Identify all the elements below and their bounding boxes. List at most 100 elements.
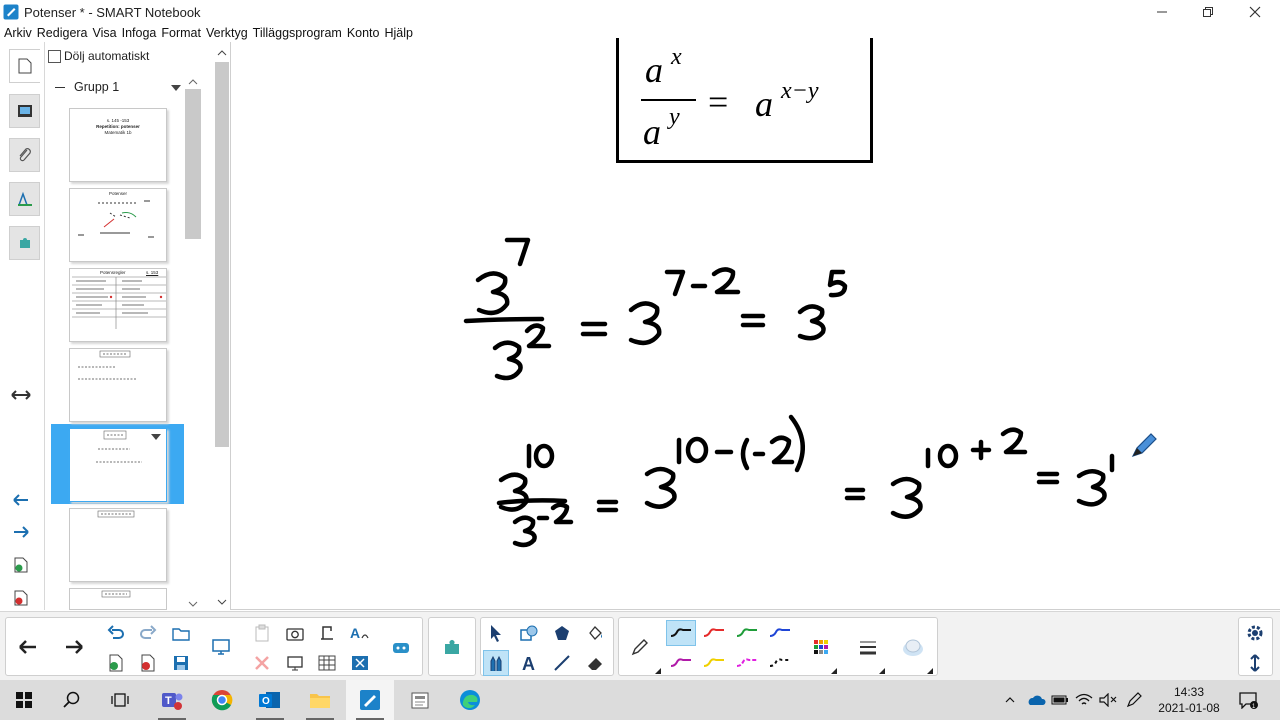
delete-page-button-toolbar[interactable] (135, 650, 161, 676)
save-button[interactable] (168, 650, 194, 676)
edge-taskbar-icon[interactable] (446, 680, 494, 720)
page-thumbnail-6[interactable] (69, 508, 167, 582)
onedrive-tray-icon[interactable] (1024, 680, 1048, 720)
task-view-button[interactable] (96, 680, 144, 720)
full-screen-button[interactable] (347, 650, 373, 676)
fill-tool-button[interactable] (582, 620, 608, 646)
screen-shade-button[interactable] (282, 650, 308, 676)
document-camera-taskbar-icon[interactable] (396, 680, 444, 720)
start-button[interactable] (0, 680, 48, 720)
restore-button[interactable] (1185, 0, 1231, 24)
scroll-up-icon[interactable] (217, 50, 227, 56)
swap-side-button[interactable] (10, 384, 32, 406)
page-thumbnail-2[interactable]: Potenser (69, 188, 167, 262)
dropdown-corner-icon[interactable] (927, 668, 933, 674)
canvas-scrollbar[interactable] (214, 44, 230, 610)
dropdown-corner-icon[interactable] (879, 668, 885, 674)
menu-arkiv[interactable]: Arkiv (4, 26, 32, 40)
pen-red[interactable] (699, 620, 729, 646)
pen-magenta-dashed[interactable] (732, 650, 762, 676)
clear-page-button[interactable] (249, 650, 275, 676)
transparency-button[interactable] (900, 634, 926, 660)
scroll-up-icon[interactable] (188, 79, 198, 85)
menu-hjalp[interactable]: Hjälp (384, 26, 413, 40)
system-clock[interactable]: 14:33 2021-01-08 (1148, 684, 1230, 716)
page-thumbnail-7[interactable] (69, 588, 167, 610)
auto-hide-checkbox[interactable] (48, 49, 61, 63)
menu-visa[interactable]: Visa (93, 26, 117, 40)
addons-button[interactable] (439, 634, 465, 660)
delete-page-button[interactable] (10, 587, 32, 609)
color-palette-button[interactable] (808, 634, 834, 660)
tab-addons[interactable] (9, 226, 40, 260)
page-thumbnail-3[interactable]: Potensregler s. 153 (69, 268, 167, 342)
dropdown-corner-icon[interactable] (655, 668, 661, 674)
menu-format[interactable]: Format (161, 26, 201, 40)
next-page-button[interactable] (10, 521, 32, 543)
battery-tray-icon[interactable] (1048, 680, 1072, 720)
pen-blue[interactable] (765, 620, 795, 646)
line-tool-button[interactable] (549, 650, 575, 676)
scrollbar-thumb[interactable] (215, 62, 229, 447)
text-tool-button[interactable]: A (516, 650, 542, 676)
show-hidden-icons-button[interactable] (1000, 680, 1020, 720)
scroll-down-icon[interactable] (217, 599, 227, 605)
menu-infoga[interactable]: Infoga (122, 26, 157, 40)
tab-gallery[interactable] (9, 94, 40, 128)
tab-attachments[interactable] (9, 138, 40, 172)
pen-green[interactable] (732, 620, 762, 646)
file-explorer-taskbar-icon[interactable] (296, 680, 344, 720)
page-thumbnail-4[interactable] (69, 348, 167, 422)
tab-properties[interactable] (9, 182, 40, 216)
line-style-button[interactable] (855, 634, 881, 660)
minimize-button[interactable] (1139, 0, 1185, 24)
pen-black[interactable] (666, 620, 696, 646)
insert-table-button[interactable] (314, 650, 340, 676)
previous-page-button[interactable] (10, 489, 32, 511)
pen-workspace-tray-icon[interactable] (1122, 680, 1146, 720)
notifications-button[interactable]: 1 (1234, 680, 1262, 720)
eraser-tool-button[interactable] (582, 650, 608, 676)
document-camera-button[interactable] (314, 620, 340, 646)
page-thumbnail-1[interactable]: s. 145 -153 Repetition: potenser Matemat… (69, 108, 167, 182)
screen-capture-button[interactable] (282, 620, 308, 646)
select-tool-button[interactable] (483, 620, 509, 646)
redo-button[interactable] (135, 620, 161, 646)
pen-purple[interactable] (666, 650, 696, 676)
outlook-taskbar-icon[interactable]: O (246, 680, 294, 720)
pen-yellow[interactable] (699, 650, 729, 676)
whiteboard-canvas[interactable]: a x a y = a x−y (230, 38, 1280, 610)
page-menu-arrow-icon[interactable] (151, 434, 161, 440)
activity-builder-button[interactable] (388, 634, 414, 660)
pens-tool-button[interactable] (483, 650, 509, 676)
teams-taskbar-icon[interactable]: T (148, 680, 196, 720)
undo-button[interactable] (103, 620, 129, 646)
smart-notebook-taskbar-icon[interactable] (346, 680, 394, 720)
menu-konto[interactable]: Konto (347, 26, 380, 40)
group-header[interactable]: Grupp 1 (55, 80, 119, 94)
move-toolbar-button[interactable] (1242, 650, 1268, 676)
dropdown-corner-icon[interactable] (831, 668, 837, 674)
pen-black-dashed[interactable] (765, 650, 795, 676)
menu-verktyg[interactable]: Verktyg (206, 26, 248, 40)
pen-type-button[interactable] (627, 634, 653, 660)
new-page-button[interactable] (103, 650, 129, 676)
open-file-button[interactable] (168, 620, 194, 646)
screen-display-button[interactable] (208, 634, 234, 660)
toolbar-previous-page-button[interactable] (15, 634, 41, 660)
add-page-button[interactable] (10, 554, 32, 576)
scroll-down-icon[interactable] (188, 601, 198, 607)
group-menu-arrow-icon[interactable] (171, 85, 181, 91)
chrome-taskbar-icon[interactable] (198, 680, 246, 720)
search-button[interactable] (48, 680, 96, 720)
scrollbar-thumb[interactable] (185, 89, 201, 239)
handwriting-recognition-button[interactable]: A (347, 620, 373, 646)
settings-button[interactable] (1242, 620, 1268, 646)
formula-box[interactable]: a x a y = a x−y (616, 38, 873, 163)
wifi-tray-icon[interactable] (1072, 680, 1096, 720)
polygon-tool-button[interactable] (549, 620, 575, 646)
tab-page-sorter[interactable] (9, 49, 40, 83)
toolbar-next-page-button[interactable] (61, 634, 87, 660)
volume-tray-icon[interactable] (1096, 680, 1120, 720)
menu-redigera[interactable]: Redigera (37, 26, 88, 40)
